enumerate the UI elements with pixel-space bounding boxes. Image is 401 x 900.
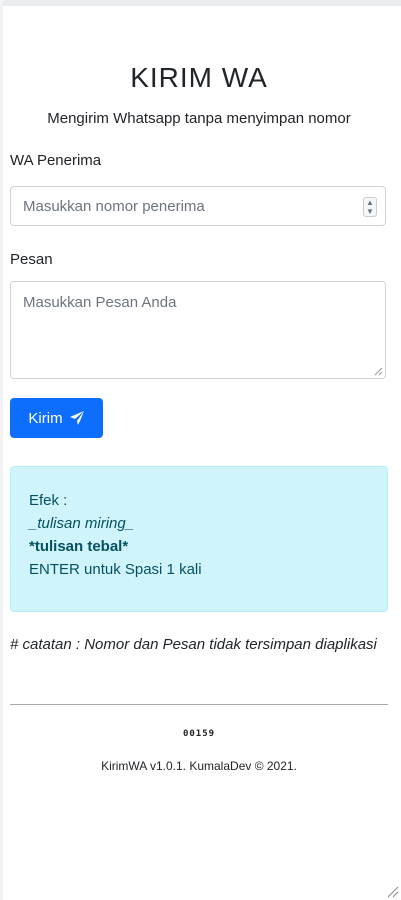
paper-plane-icon bbox=[69, 411, 84, 425]
window-resize-icon[interactable] bbox=[385, 884, 399, 898]
page-subtitle: Mengirim Whatsapp tanpa menyimpan nomor bbox=[47, 110, 351, 127]
message-placeholder: Masukkan Pesan Anda bbox=[23, 294, 177, 311]
window-top-edge bbox=[0, 0, 401, 6]
footer-copyright: KirimWA v1.0.1. KumalaDev © 2021. bbox=[101, 759, 297, 773]
chevron-down-icon[interactable]: ▼ bbox=[364, 207, 376, 216]
message-textarea[interactable]: Masukkan Pesan Anda bbox=[10, 281, 386, 379]
visitor-counter: 00159 bbox=[182, 729, 216, 739]
wa-recipient-label: WA Penerima bbox=[10, 152, 102, 169]
number-spinner[interactable]: ▲ ▼ bbox=[363, 197, 377, 217]
alert-heading: Efek : bbox=[29, 492, 68, 509]
textarea-resize-icon[interactable] bbox=[373, 366, 383, 376]
send-button[interactable]: Kirim bbox=[10, 398, 103, 438]
format-info-alert: Efek : _tulisan miring_ *tulisan tebal* … bbox=[10, 466, 388, 612]
bold-example: *tulisan tebal* bbox=[29, 538, 129, 555]
wa-recipient-input[interactable]: Masukkan nomor penerima ▲ ▼ bbox=[10, 186, 386, 226]
message-label: Pesan bbox=[10, 251, 53, 268]
window-left-edge bbox=[0, 0, 3, 900]
italic-example: _tulisan miring_ bbox=[29, 515, 135, 532]
send-button-label: Kirim bbox=[28, 409, 63, 427]
page-title: KIRIM WA bbox=[130, 62, 268, 93]
privacy-note: # catatan : Nomor dan Pesan tidak tersim… bbox=[10, 636, 377, 653]
footer-divider bbox=[10, 704, 388, 705]
enter-example: ENTER untuk Spasi 1 kali bbox=[29, 561, 202, 578]
chevron-up-icon[interactable]: ▲ bbox=[364, 198, 376, 207]
wa-recipient-placeholder: Masukkan nomor penerima bbox=[23, 197, 205, 215]
